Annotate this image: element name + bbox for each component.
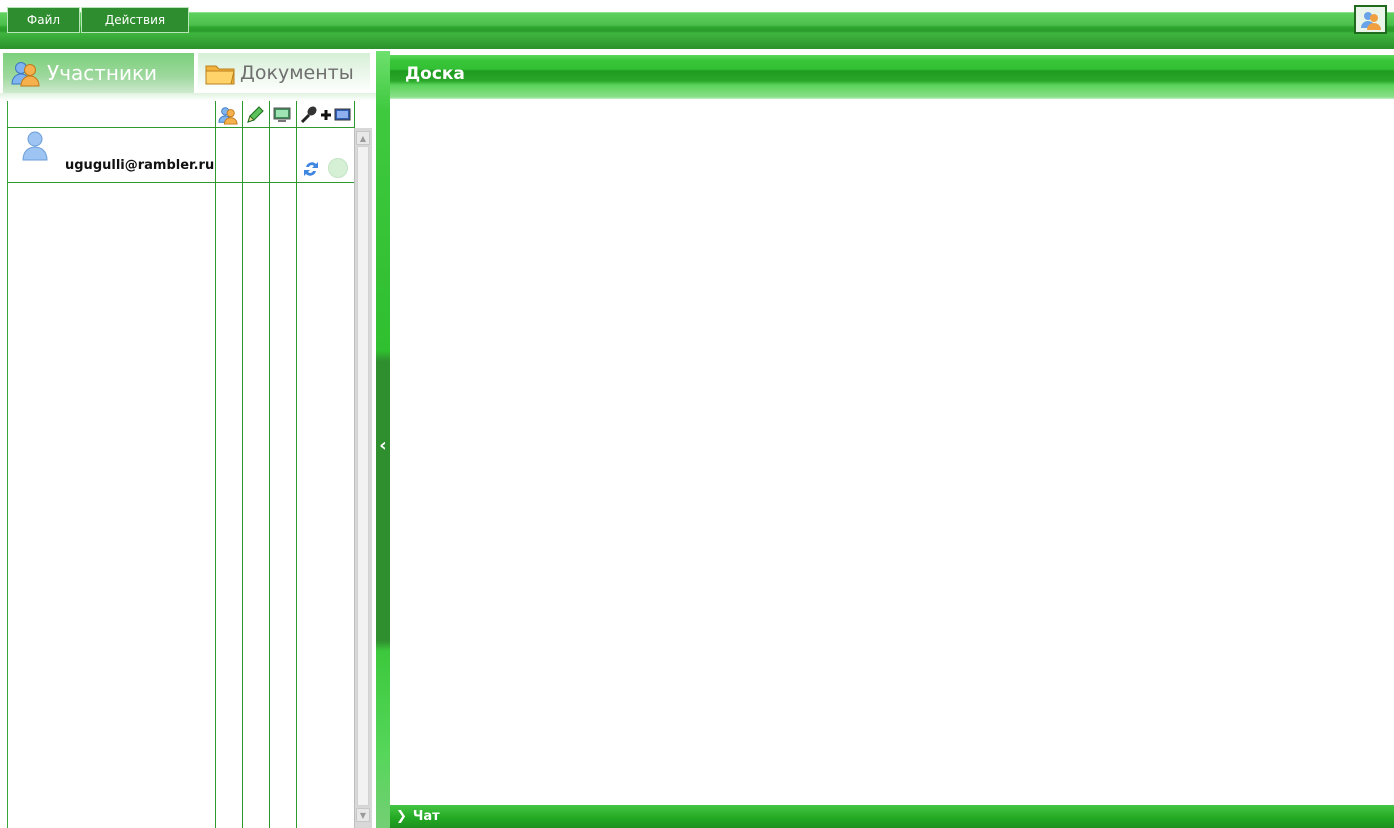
sync-button[interactable] — [302, 159, 320, 183]
chat-label: Чат — [412, 809, 440, 824]
board-title: Доска — [405, 64, 465, 84]
top-menu-bar — [0, 12, 1394, 49]
monitor-icon — [273, 107, 291, 122]
menu-actions-button[interactable]: Действия — [81, 7, 189, 33]
column-divider — [269, 101, 270, 828]
chat-toggle[interactable]: ❯ Чат — [396, 809, 440, 824]
menu-file-button[interactable]: Файл — [7, 7, 80, 33]
column-screen-header[interactable] — [271, 104, 293, 126]
status-indicator — [328, 158, 348, 178]
column-users-header[interactable] — [217, 104, 239, 126]
participant-email: ugugulli@rambler.ru — [65, 158, 215, 173]
column-divider — [242, 101, 243, 828]
users-icon — [1360, 11, 1381, 30]
scroll-up-button[interactable]: ▲ — [356, 131, 370, 145]
scroll-down-button[interactable]: ▼ — [356, 808, 370, 822]
tab-underline — [0, 93, 376, 101]
column-draw-header[interactable] — [244, 104, 266, 126]
participants-grid — [7, 101, 375, 828]
collapse-panel-button[interactable]: ‹ — [376, 430, 390, 460]
folder-icon — [205, 65, 235, 85]
avatar — [20, 130, 50, 166]
column-mic-screen-header[interactable] — [298, 104, 354, 126]
column-divider — [215, 101, 216, 828]
microphone-plus-screen-icon — [300, 106, 351, 124]
chat-bar[interactable] — [390, 805, 1394, 828]
users-icon — [218, 107, 238, 125]
board-header — [390, 55, 1394, 99]
tab-documents-label: Документы — [240, 62, 354, 84]
refresh-icon — [304, 162, 318, 176]
tab-participants[interactable]: Участники — [3, 53, 194, 93]
users-button[interactable] — [1354, 5, 1387, 34]
scrollbar-track[interactable] — [357, 146, 369, 806]
chevron-right-icon: ❯ — [396, 809, 407, 824]
tab-documents[interactable]: Документы — [198, 53, 370, 93]
users-icon — [11, 62, 40, 87]
column-divider — [296, 101, 297, 828]
whiteboard-canvas[interactable] — [390, 99, 1394, 805]
pencil-icon — [247, 106, 264, 123]
user-icon — [22, 131, 48, 161]
chevron-left-icon: ‹ — [379, 434, 387, 456]
tab-participants-label: Участники — [47, 61, 158, 85]
